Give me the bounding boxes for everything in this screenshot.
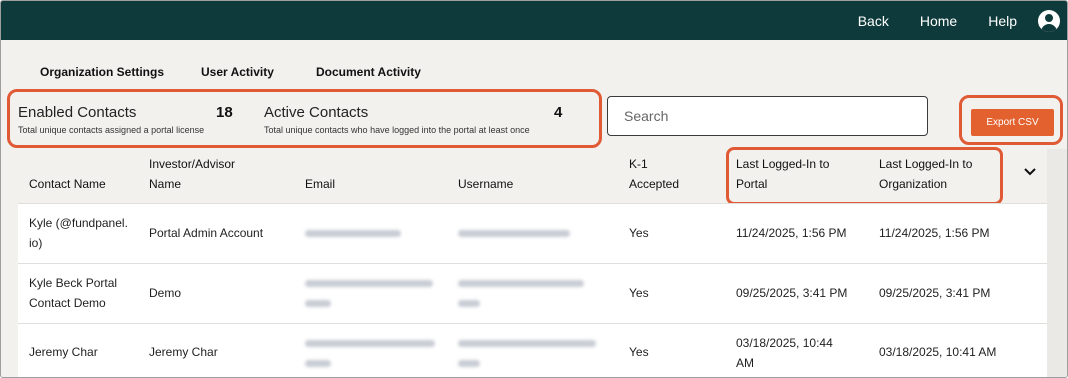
last-login-portal-cell: 03/18/2025, 10:44 [736, 336, 833, 350]
tab-user-activity[interactable]: User Activity [201, 65, 316, 79]
export-csv-button[interactable]: Export CSV [971, 109, 1054, 136]
row-divider [18, 203, 1047, 204]
tab-organization-settings[interactable]: Organization Settings [40, 65, 201, 79]
chevron-down-icon[interactable] [1023, 165, 1037, 179]
contact-name-cell: Kyle Beck Portal [29, 276, 118, 290]
investor-name-cell: Demo [149, 286, 182, 300]
last-login-portal-cell: 11/24/2025, 1:56 PM [736, 226, 847, 240]
active-contacts-count: 4 [554, 104, 563, 121]
last-login-org-cell: 09/25/2025, 3:41 PM [879, 286, 991, 300]
k1-accepted-cell: Yes [629, 226, 649, 240]
redacted-email [305, 340, 435, 347]
tab-document-activity[interactable]: Document Activity [316, 65, 421, 79]
last-login-org-cell: 03/18/2025, 10:41 AM [879, 345, 997, 359]
column-header-k1-line1[interactable]: K-1 [629, 154, 648, 174]
redacted-username-line2 [458, 300, 480, 307]
redacted-username [458, 340, 596, 347]
home-link[interactable]: Home [920, 13, 957, 29]
redacted-email [305, 280, 433, 287]
vertical-scrollbar[interactable] [1047, 149, 1067, 377]
column-header-username[interactable]: Username [458, 174, 513, 194]
back-link[interactable]: Back [858, 13, 889, 29]
redacted-username [458, 280, 584, 287]
contact-name-cell: Jeremy Char [29, 345, 98, 359]
last-login-portal-cell: 09/25/2025, 3:41 PM [736, 286, 848, 300]
column-header-investor-line1[interactable]: Investor/Advisor [149, 154, 235, 174]
app-window: Back Home Help Organization Settings Use… [0, 0, 1068, 378]
row-divider [18, 263, 1047, 264]
enabled-contacts-description: Total unique contacts assigned a portal … [18, 125, 205, 135]
column-header-email[interactable]: Email [305, 174, 335, 194]
row-divider [18, 323, 1047, 324]
column-header-contact-name[interactable]: Contact Name [29, 174, 106, 194]
last-login-columns-highlight [726, 147, 1003, 205]
active-contacts-description: Total unique contacts who have logged in… [264, 125, 530, 135]
top-navigation-bar: Back Home Help [1, 1, 1067, 40]
column-header-investor-line2[interactable]: Name [149, 174, 181, 194]
active-contacts-label: Active Contacts [264, 104, 369, 121]
contact-name-cell-line2: io) [29, 236, 43, 250]
enabled-contacts-label: Enabled Contacts [18, 104, 137, 121]
search-input[interactable] [607, 96, 928, 136]
redacted-email [305, 230, 401, 237]
k1-accepted-cell: Yes [629, 345, 649, 359]
contact-name-cell-line2: Contact Demo [29, 296, 106, 310]
enabled-contacts-count: 18 [216, 104, 233, 121]
k1-accepted-cell: Yes [629, 286, 649, 300]
investor-name-cell: Portal Admin Account [149, 226, 264, 240]
investor-name-cell: Jeremy Char [149, 345, 218, 359]
redacted-email-line2 [305, 360, 331, 367]
last-login-org-cell: 11/24/2025, 1:56 PM [879, 226, 990, 240]
redacted-username [458, 230, 570, 237]
redacted-email-line2 [305, 300, 331, 307]
column-header-k1-line2[interactable]: Accepted [629, 174, 679, 194]
redacted-username-line2 [458, 360, 480, 367]
last-login-portal-cell-line2: AM [736, 356, 754, 370]
user-account-icon[interactable] [1038, 10, 1060, 32]
help-link[interactable]: Help [988, 13, 1017, 29]
tab-bar: Organization Settings User Activity Docu… [40, 65, 421, 79]
contact-name-cell: Kyle (@fundpanel. [29, 216, 128, 230]
